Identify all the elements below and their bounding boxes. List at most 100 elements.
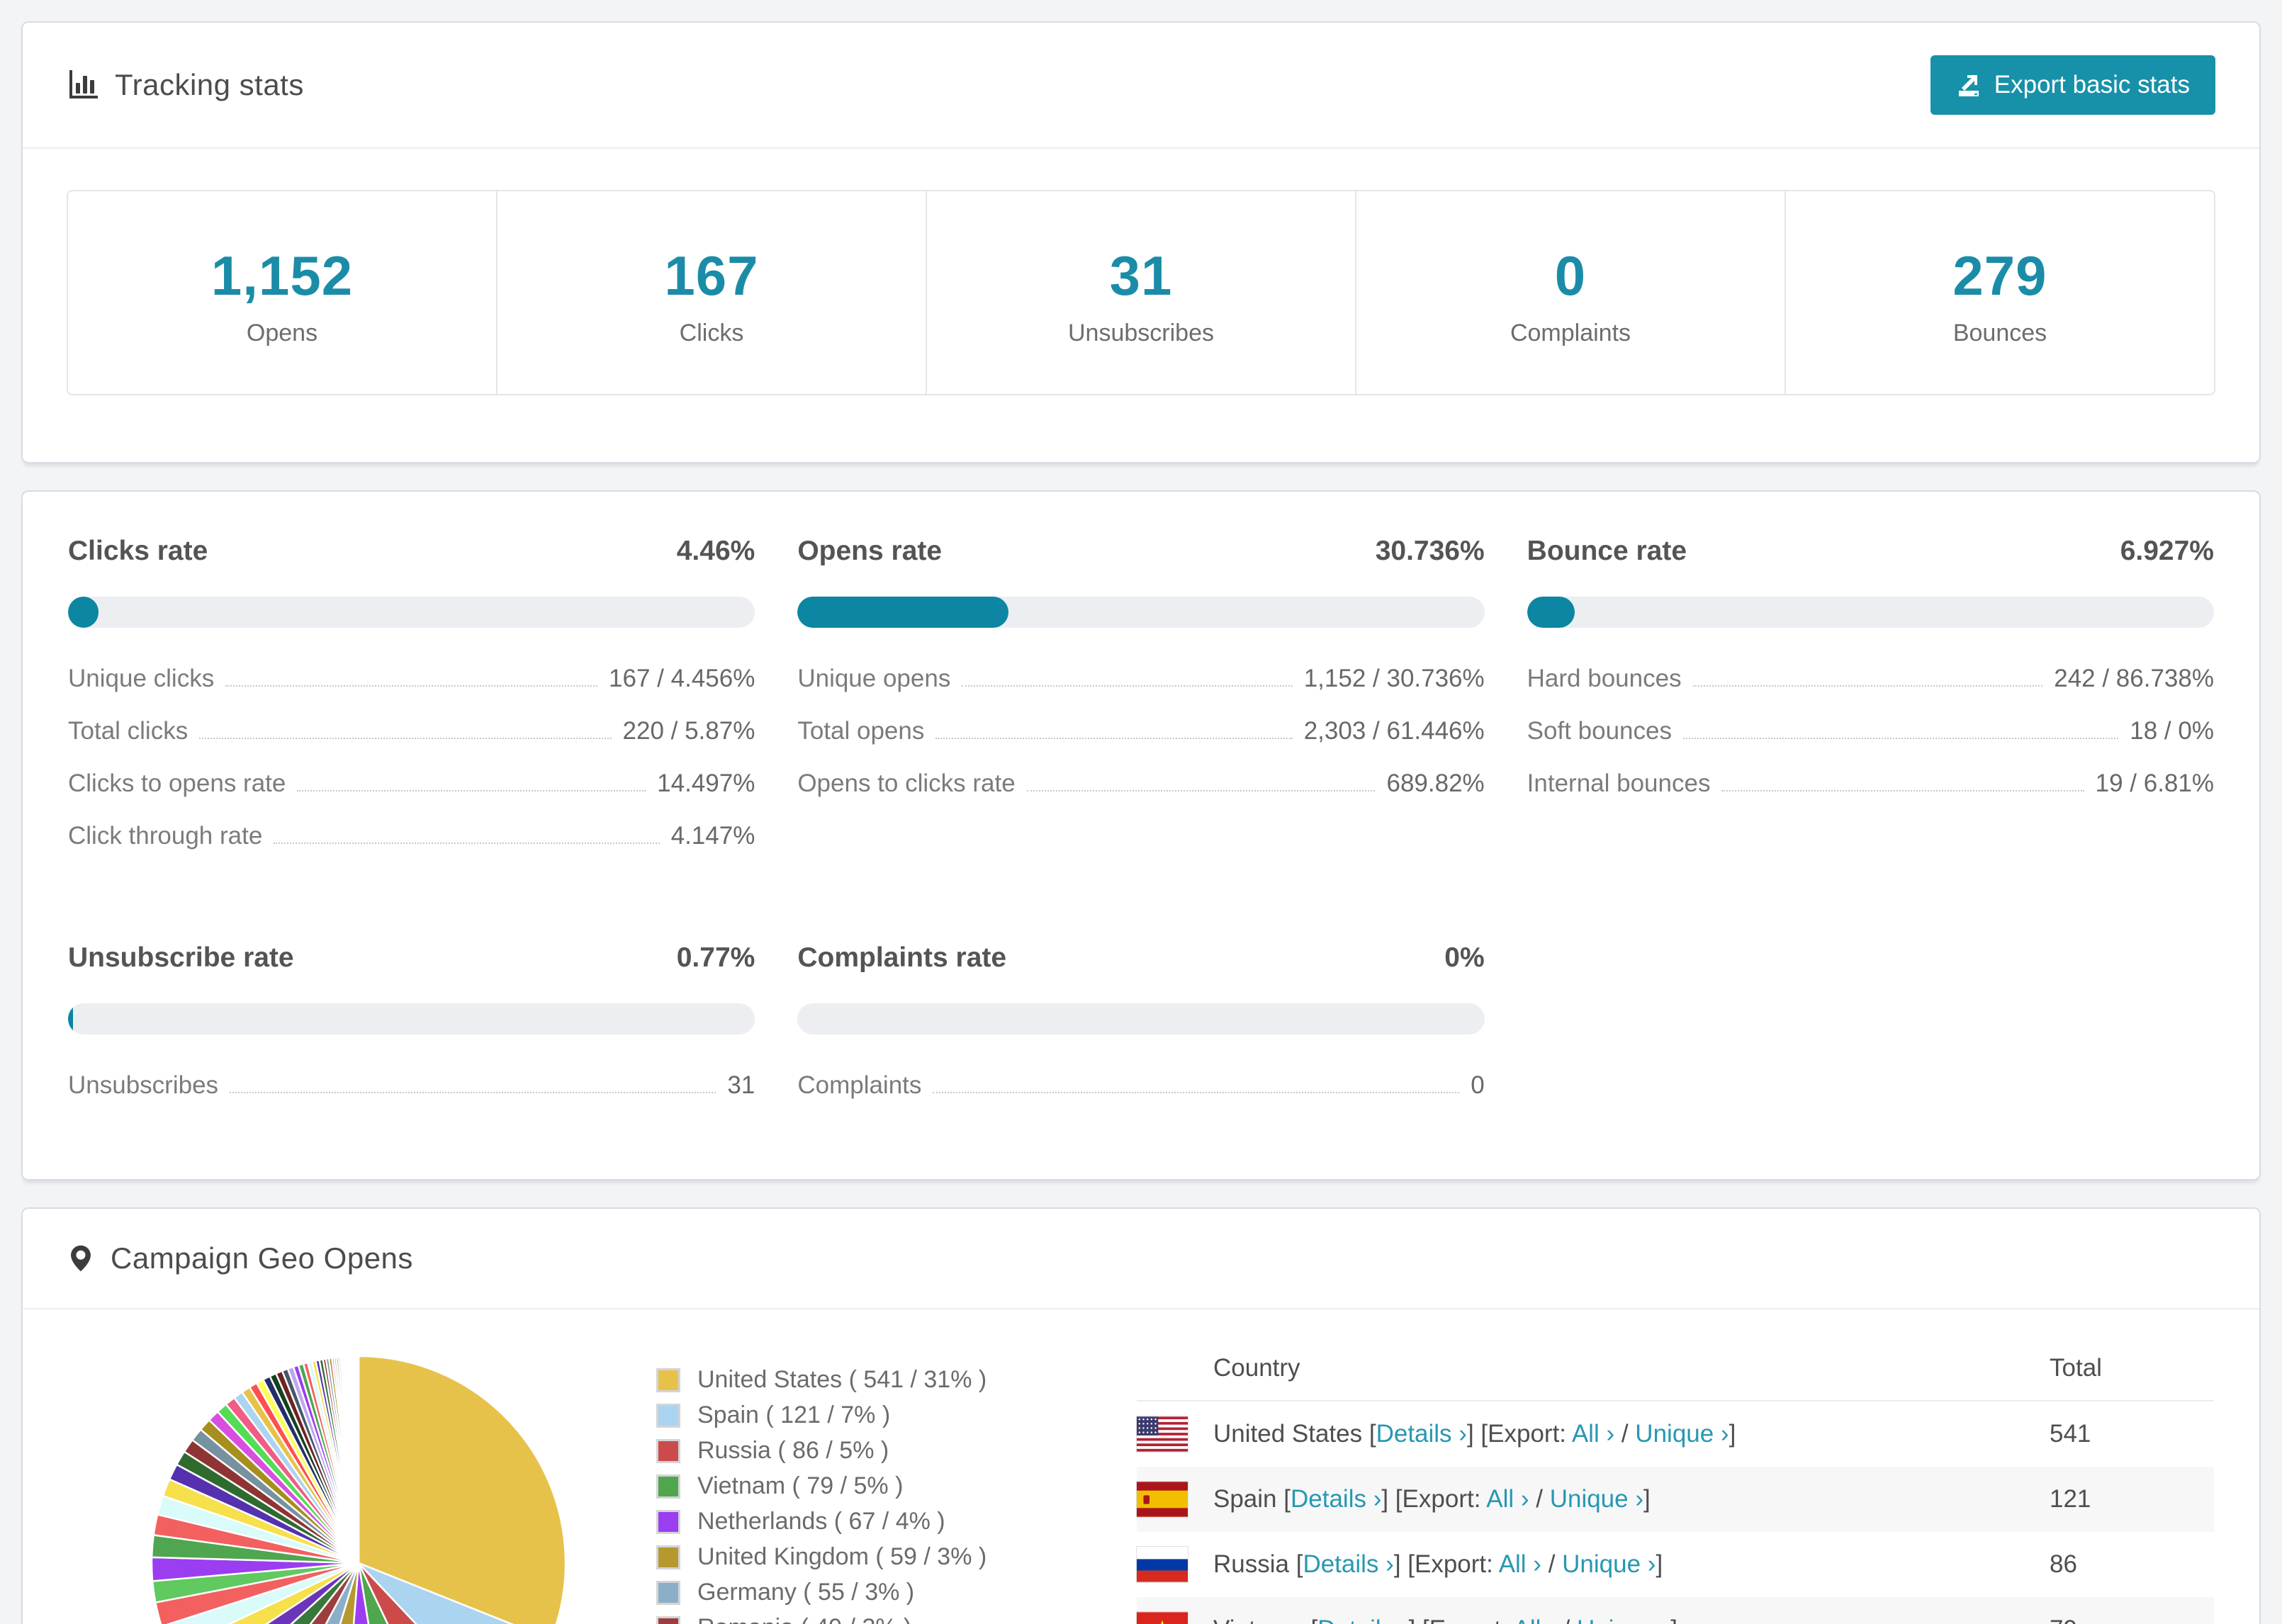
country-name: Spain: [1213, 1485, 1277, 1513]
export-unique-link[interactable]: Unique ›: [1550, 1485, 1643, 1513]
details-link[interactable]: Details ›: [1317, 1615, 1408, 1624]
total-column-header: Total: [2050, 1354, 2102, 1382]
geo-legend: United States ( 541 / 31% ) Spain ( 121 …: [656, 1322, 1053, 1624]
legend-item: Vietnam ( 79 / 5% ): [656, 1472, 1053, 1500]
export-prefix: Export:: [1402, 1485, 1481, 1513]
progress-bar-fill: [68, 1003, 74, 1034]
pie-slice: [356, 1355, 360, 1564]
dotted-leader: [962, 685, 1293, 687]
metric-row: Hard bounces 242 / 86.738%: [1527, 665, 2214, 717]
rate-head: Opens rate 30.736%: [797, 536, 1484, 567]
legend-swatch: [656, 1474, 680, 1499]
export-all-link[interactable]: All ›: [1499, 1550, 1541, 1578]
legend-item: Germany ( 55 / 3% ): [656, 1579, 1053, 1606]
metric-value: 19 / 6.81%: [2095, 769, 2214, 797]
country-name: United States: [1213, 1420, 1363, 1448]
rate-section: Unsubscribe rate 0.77% Unsubscribes 31: [68, 942, 755, 1124]
stat-label: Opens: [246, 320, 318, 346]
country-total: 541: [2050, 1420, 2091, 1448]
flag-us-icon: [1136, 1416, 1188, 1453]
legend-item: Spain ( 121 / 7% ): [656, 1402, 1053, 1429]
country-cell: Russia [Details ›] [Export: All › / Uniq…: [1213, 1550, 1663, 1578]
legend-item: United Kingdom ( 59 / 3% ): [656, 1543, 1053, 1571]
stat-box: 1,152 Opens: [68, 191, 496, 394]
rate-rows: Hard bounces 242 / 86.738% Soft bounces …: [1527, 665, 2214, 822]
metric-value: 689.82%: [1386, 769, 1485, 797]
flag-ru-icon: [1136, 1546, 1188, 1583]
progress-bar: [797, 1003, 1485, 1034]
export-unique-link[interactable]: Unique ›: [1562, 1550, 1656, 1578]
legend-item: United States ( 541 / 31% ): [656, 1366, 1053, 1394]
export-basic-stats-button[interactable]: Export basic stats: [1930, 55, 2215, 115]
stat-value: 1,152: [210, 244, 354, 307]
rate-percent: 0%: [1444, 942, 1485, 973]
legend-label: Romania ( 49 / 3% ): [697, 1614, 911, 1624]
legend-label: Germany ( 55 / 3% ): [697, 1579, 915, 1606]
export-all-link[interactable]: All ›: [1486, 1485, 1529, 1513]
legend-swatch: [656, 1403, 680, 1428]
export-icon: [1958, 75, 1979, 96]
export-all-link[interactable]: All ›: [1572, 1420, 1614, 1448]
metric-row: Complaints 0: [797, 1071, 1484, 1124]
metric-label: Unique opens: [797, 665, 951, 692]
progress-bar: [1527, 597, 2214, 628]
metric-row: Total clicks 220 / 5.87%: [68, 717, 755, 769]
legend-item: Russia ( 86 / 5% ): [656, 1437, 1053, 1465]
legend-swatch: [656, 1580, 680, 1605]
rate-head: Unsubscribe rate 0.77%: [68, 942, 755, 974]
country-name: Russia: [1213, 1550, 1289, 1578]
map-pin-icon: [71, 1245, 91, 1272]
table-row: Vietnam [Details ›] [Export: All › / Uni…: [1136, 1597, 2214, 1624]
stat-label: Complaints: [1510, 320, 1631, 346]
metric-row: Unique opens 1,152 / 30.736%: [797, 665, 1484, 717]
export-prefix: Export:: [1415, 1550, 1493, 1578]
metric-label: Hard bounces: [1527, 665, 1682, 692]
legend-swatch: [656, 1509, 680, 1534]
metric-value: 4.147%: [670, 822, 755, 850]
geo-pie-wrap: [68, 1322, 567, 1624]
metric-value: 31: [727, 1071, 755, 1099]
stat-label: Clicks: [679, 320, 744, 346]
dotted-leader: [935, 738, 1293, 739]
metric-row: Unsubscribes 31: [68, 1071, 755, 1124]
metric-row: Total opens 2,303 / 61.446%: [797, 717, 1484, 769]
progress-bar-fill: [1527, 597, 1575, 628]
geo-pie-chart: [150, 1355, 567, 1624]
rate-title: Complaints rate: [797, 942, 1007, 973]
rate-percent: 30.736%: [1375, 536, 1485, 566]
rate-section: Opens rate 30.736% Unique opens 1,152 / …: [797, 536, 1485, 874]
geo-table-body: United States [Details ›] [Export: All ›…: [1136, 1402, 2214, 1624]
progress-bar-fill: [797, 597, 1009, 628]
export-all-link[interactable]: All ›: [1513, 1615, 1556, 1624]
metric-value: 167 / 4.456%: [609, 665, 755, 692]
table-row: Spain [Details ›] [Export: All › / Uniqu…: [1136, 1467, 2214, 1532]
metric-value: 2,303 / 61.446%: [1303, 717, 1485, 745]
export-unique-link[interactable]: Unique ›: [1577, 1615, 1670, 1624]
dotted-leader: [225, 685, 598, 687]
stat-value: 279: [1952, 244, 2047, 307]
legend-swatch: [656, 1545, 680, 1569]
details-link[interactable]: Details ›: [1291, 1485, 1381, 1513]
geo-opens-title: Campaign Geo Opens: [111, 1241, 413, 1275]
country-cell: Spain [Details ›] [Export: All › / Uniqu…: [1213, 1485, 1651, 1513]
stat-label: Bounces: [1952, 320, 2047, 346]
flag-vn-icon: [1136, 1611, 1188, 1624]
flag-cell: [1136, 1611, 1188, 1624]
export-prefix: Export:: [1488, 1420, 1567, 1448]
bar-chart-icon: [69, 70, 98, 98]
page-title: Tracking stats: [115, 68, 304, 101]
stat-value: 167: [664, 244, 759, 307]
metric-label: Total opens: [797, 717, 925, 745]
dotted-leader: [274, 842, 660, 844]
rate-rows: Unique opens 1,152 / 30.736% Total opens…: [797, 665, 1484, 822]
details-link[interactable]: Details ›: [1376, 1420, 1467, 1448]
legend-swatch: [656, 1438, 680, 1463]
metric-value: 1,152 / 30.736%: [1303, 665, 1485, 692]
details-link[interactable]: Details ›: [1303, 1550, 1393, 1578]
export-prefix: Export:: [1429, 1615, 1508, 1624]
metric-label: Complaints: [797, 1071, 922, 1099]
metric-value: 14.497%: [657, 769, 755, 797]
flag-es-icon: [1136, 1481, 1188, 1518]
export-unique-link[interactable]: Unique ›: [1635, 1420, 1729, 1448]
flag-cell: [1136, 1481, 1188, 1518]
